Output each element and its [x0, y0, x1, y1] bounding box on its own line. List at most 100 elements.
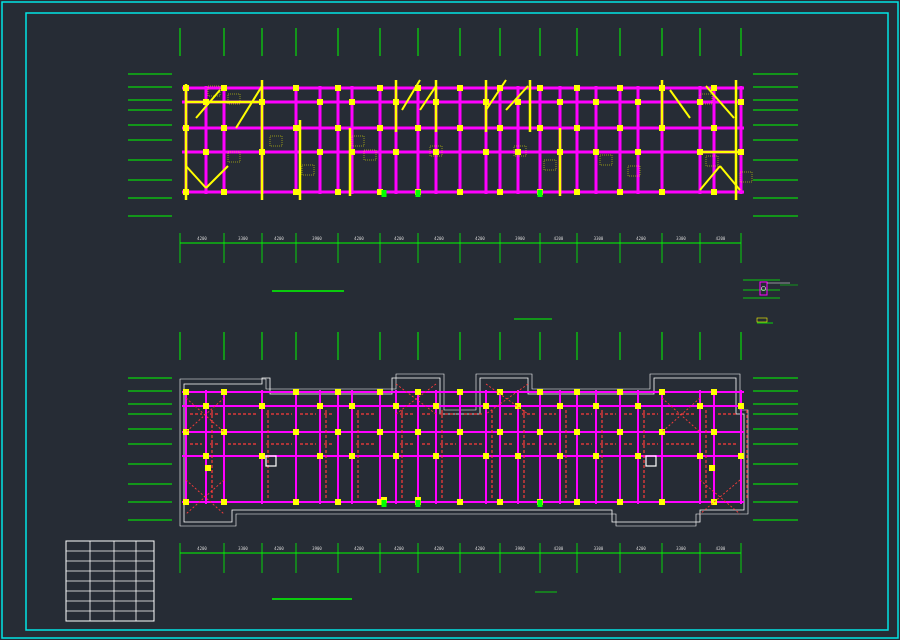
column — [711, 125, 717, 131]
dimension-label: 3900 — [312, 236, 322, 241]
column — [393, 453, 399, 459]
column — [738, 403, 744, 409]
column — [617, 389, 623, 395]
dimension-label: 4200 — [197, 236, 207, 241]
column — [221, 499, 227, 505]
column — [457, 85, 463, 91]
dimension-label: 4200 — [434, 546, 444, 551]
column — [377, 429, 383, 435]
column — [317, 99, 323, 105]
green-marker-1 — [381, 190, 387, 197]
column — [483, 453, 489, 459]
dimension-label: 3300 — [594, 546, 604, 551]
dimension-label: 4200 — [475, 236, 485, 241]
column-accent-2 — [709, 465, 715, 471]
column — [335, 85, 341, 91]
column — [335, 389, 341, 395]
column — [537, 389, 543, 395]
column — [697, 403, 703, 409]
column — [259, 453, 265, 459]
cad-drawing-canvas: 4200 3300 4200 3900 4200 4200 4200 4200 3900 4200… — [1, 1, 899, 639]
column — [497, 125, 503, 131]
dimension-label: 3900 — [515, 236, 525, 241]
column — [738, 99, 744, 105]
column — [457, 389, 463, 395]
column — [203, 453, 209, 459]
annotation-block-6 — [351, 135, 365, 147]
column — [738, 453, 744, 459]
column — [593, 99, 599, 105]
column — [183, 389, 189, 395]
floor-opening — [645, 455, 657, 467]
dimension-label: 3900 — [312, 546, 322, 551]
column — [659, 389, 665, 395]
dimension-label: 4200 — [394, 546, 404, 551]
green-marker-2 — [415, 500, 421, 507]
dimension-label: 4200 — [475, 546, 485, 551]
column — [617, 85, 623, 91]
column — [259, 403, 265, 409]
column — [537, 429, 543, 435]
green-marker-1 — [381, 500, 387, 507]
column — [515, 149, 521, 155]
rebar-diagonal-4 — [395, 383, 437, 415]
column — [574, 125, 580, 131]
dimension-label: 4200 — [354, 236, 364, 241]
column — [349, 99, 355, 105]
column — [293, 499, 299, 505]
column — [335, 189, 341, 195]
column — [433, 403, 439, 409]
column — [203, 149, 209, 155]
green-marker-3 — [537, 190, 543, 197]
rebar-diagonal-8 — [661, 397, 701, 433]
dimension-label: 4200 — [554, 236, 564, 241]
column — [537, 125, 543, 131]
column — [293, 189, 299, 195]
column — [335, 499, 341, 505]
column — [483, 149, 489, 155]
column — [515, 453, 521, 459]
annotation-block-14 — [705, 155, 719, 167]
column — [393, 403, 399, 409]
column — [457, 499, 463, 505]
column — [433, 453, 439, 459]
annotation-block-11 — [599, 154, 613, 166]
green-marker-2 — [415, 190, 421, 197]
column — [497, 499, 503, 505]
column — [574, 85, 580, 91]
column — [659, 499, 665, 505]
stair-diagonal-2 — [235, 85, 263, 129]
column — [293, 125, 299, 131]
column — [635, 403, 641, 409]
column — [635, 453, 641, 459]
column — [617, 429, 623, 435]
dimension-label: 3900 — [515, 546, 525, 551]
title-block-table — [65, 540, 155, 622]
stair-diagonal-1 — [195, 89, 221, 119]
column — [574, 429, 580, 435]
dimension-label: 4200 — [716, 546, 726, 551]
column — [557, 453, 563, 459]
column — [377, 389, 383, 395]
column — [393, 149, 399, 155]
column — [203, 403, 209, 409]
column — [377, 85, 383, 91]
annotation-block-4 — [269, 135, 283, 147]
annotation-block-10 — [543, 159, 557, 171]
column — [497, 429, 503, 435]
column-accent-1 — [205, 465, 211, 471]
dimension-label: 4200 — [274, 236, 284, 241]
dimension-label: 4200 — [354, 546, 364, 551]
column — [317, 149, 323, 155]
column — [415, 389, 421, 395]
stair-diagonal-5 — [485, 79, 507, 111]
column — [635, 99, 641, 105]
column — [697, 453, 703, 459]
dimension-label: 3300 — [238, 236, 248, 241]
column — [293, 389, 299, 395]
column — [221, 389, 227, 395]
column — [293, 85, 299, 91]
annotation-block-5 — [301, 164, 315, 176]
column — [293, 429, 299, 435]
dimension-label: 4200 — [274, 546, 284, 551]
